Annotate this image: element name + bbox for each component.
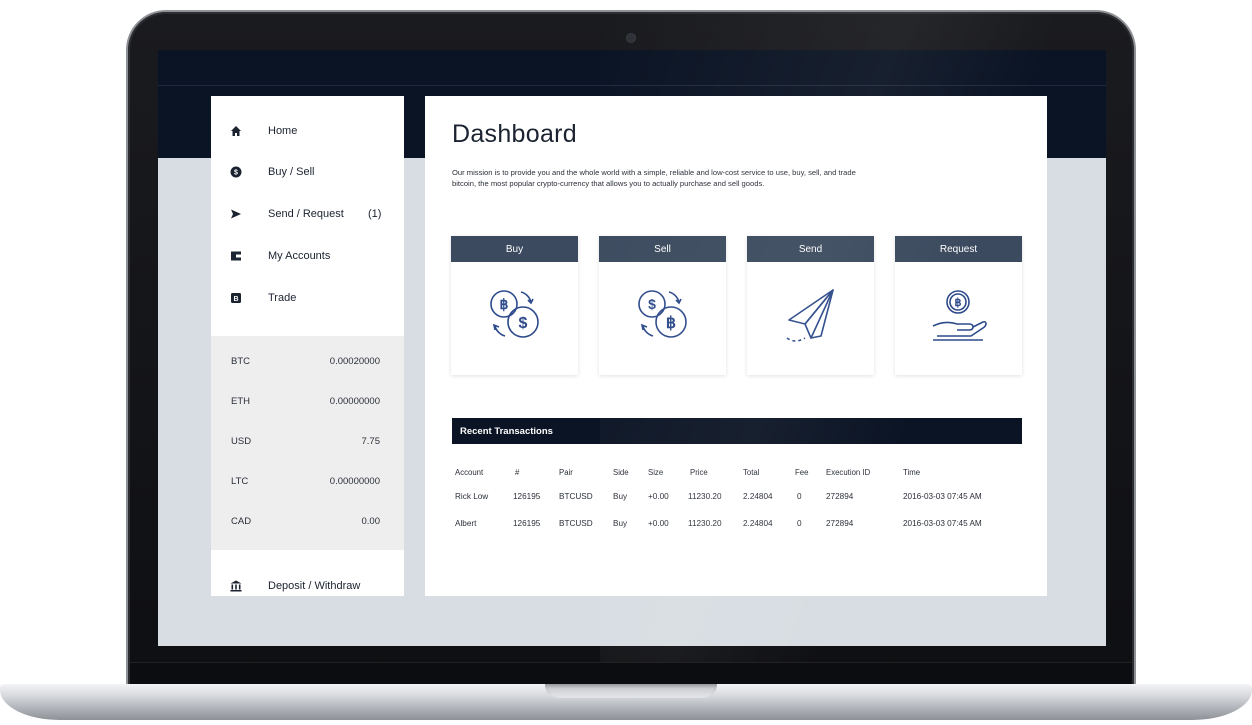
balance-value: 0.00000000	[329, 396, 380, 407]
trade-icon: B	[229, 291, 243, 305]
request-card[interactable]: Request ฿	[895, 236, 1022, 375]
paper-plane-icon	[786, 289, 834, 342]
send-icon	[229, 207, 243, 221]
column-header: Size	[648, 468, 664, 477]
sidebar-item-home[interactable]: Home	[211, 116, 404, 146]
main-panel: Dashboard Our mission is to provide you …	[425, 96, 1047, 596]
table-cell: 0	[797, 519, 802, 528]
sidebar-item-my-accounts[interactable]: My Accounts	[211, 241, 404, 271]
table-cell: 272894	[826, 519, 854, 528]
mission-line: bitcoin, the most popular crypto-currenc…	[452, 179, 765, 188]
sidebar-item-send-request[interactable]: Send / Request (1)	[211, 199, 404, 229]
balance-value: 7.75	[361, 436, 381, 447]
sidebar-item-trade[interactable]: B Trade	[211, 283, 404, 313]
table-cell: +0.00	[648, 519, 669, 528]
svg-text:B: B	[233, 296, 238, 303]
table-cell: 11230.20	[688, 519, 722, 528]
table-cell: 0	[797, 492, 802, 501]
send-card[interactable]: Send	[747, 236, 874, 375]
balance-row: CAD 0.00	[211, 512, 404, 532]
svg-text:$: $	[648, 296, 656, 312]
table-cell: 126195	[513, 519, 541, 528]
notification-badge: (1)	[368, 208, 382, 220]
balance-currency: LTC	[231, 476, 249, 487]
column-header: Execution ID	[826, 468, 871, 477]
sidebar: Home $ Buy / Sell Send / Request (1) My	[211, 96, 404, 596]
sell-bitcoin-icon: $ ฿	[638, 290, 687, 338]
wallet-icon	[229, 249, 243, 263]
sidebar-item-buy-sell[interactable]: $ Buy / Sell	[211, 157, 404, 187]
table-cell: 272894	[826, 492, 854, 501]
table-cell: Buy	[613, 519, 628, 528]
recent-transactions-header: Recent Transactions	[452, 418, 1022, 444]
balance-row: USD 7.75	[211, 432, 404, 452]
balance-value: 0.00	[361, 516, 381, 527]
laptop-mockup: Home $ Buy / Sell Send / Request (1) My	[0, 0, 1252, 725]
table-cell: Buy	[613, 492, 628, 501]
balance-currency: USD	[231, 436, 252, 447]
webcam	[627, 34, 635, 42]
column-header: Side	[613, 468, 629, 477]
svg-text:$: $	[519, 315, 528, 332]
table-cell: Rick Low	[455, 492, 489, 501]
table-cell: Albert	[455, 519, 477, 528]
table-cell: 2016-03-03 07:45 AM	[903, 519, 982, 528]
svg-text:฿: ฿	[666, 315, 676, 332]
balance-currency: BTC	[231, 356, 250, 367]
table-cell: 2016-03-03 07:45 AM	[903, 492, 982, 501]
column-header: Account	[455, 468, 484, 477]
balance-row: BTC 0.00020000	[211, 352, 404, 372]
sell-card[interactable]: Sell $ ฿	[599, 236, 726, 375]
table-cell: BTCUSD	[559, 519, 593, 528]
app-screen: Home $ Buy / Sell Send / Request (1) My	[158, 50, 1106, 646]
mission-line: Our mission is to provide you and the wh…	[452, 168, 856, 177]
balance-row: ETH 0.00000000	[211, 392, 404, 412]
top-navbar	[158, 50, 1106, 86]
sidebar-item-label: Trade	[268, 292, 297, 304]
card-header: Request	[895, 236, 1022, 262]
balance-value: 0.00020000	[329, 356, 380, 367]
svg-text:$: $	[234, 170, 238, 177]
column-header: #	[515, 468, 520, 477]
column-header: Time	[903, 468, 921, 477]
sidebar-item-label: My Accounts	[268, 250, 331, 262]
card-header: Send	[747, 236, 874, 262]
hand-coin-icon: ฿	[932, 290, 987, 341]
buy-card[interactable]: Buy ฿ $	[451, 236, 578, 375]
home-icon	[229, 124, 243, 138]
balance-row: LTC 0.00000000	[211, 472, 404, 492]
bottom-strip	[158, 596, 1106, 646]
buy-bitcoin-icon: ฿ $	[490, 290, 539, 338]
balance-value: 0.00000000	[329, 476, 380, 487]
balance-currency: ETH	[231, 396, 250, 407]
column-header: Fee	[795, 468, 809, 477]
balance-currency: CAD	[231, 516, 252, 527]
sidebar-item-label: Buy / Sell	[268, 166, 315, 178]
sidebar-item-label: Send / Request	[268, 208, 344, 220]
svg-text:฿: ฿	[955, 297, 962, 309]
column-header: Pair	[559, 468, 573, 477]
sidebar-item-label: Home	[268, 125, 298, 137]
table-cell: 11230.20	[688, 492, 722, 501]
balance-list: BTC 0.00020000 ETH 0.00000000 USD 7.75 L…	[211, 336, 404, 550]
sidebar-item-label: Deposit / Withdraw	[268, 580, 361, 592]
column-header: Total	[743, 468, 760, 477]
table-cell: 2.24804	[743, 519, 773, 528]
coin-icon: $	[229, 165, 243, 179]
laptop-notch	[545, 684, 717, 698]
sidebar-item-deposit-withdraw[interactable]: Deposit / Withdraw	[211, 571, 404, 596]
svg-text:฿: ฿	[500, 296, 509, 312]
table-cell: +0.00	[648, 492, 669, 501]
page-title: Dashboard	[452, 120, 578, 148]
column-header: Price	[690, 468, 708, 477]
table-cell: BTCUSD	[559, 492, 593, 501]
card-header: Sell	[599, 236, 726, 262]
mission-text: Our mission is to provide you and the wh…	[452, 167, 1032, 189]
bank-icon	[229, 579, 243, 593]
table-cell: 2.24804	[743, 492, 773, 501]
card-header: Buy	[451, 236, 578, 262]
table-cell: 126195	[513, 492, 541, 501]
